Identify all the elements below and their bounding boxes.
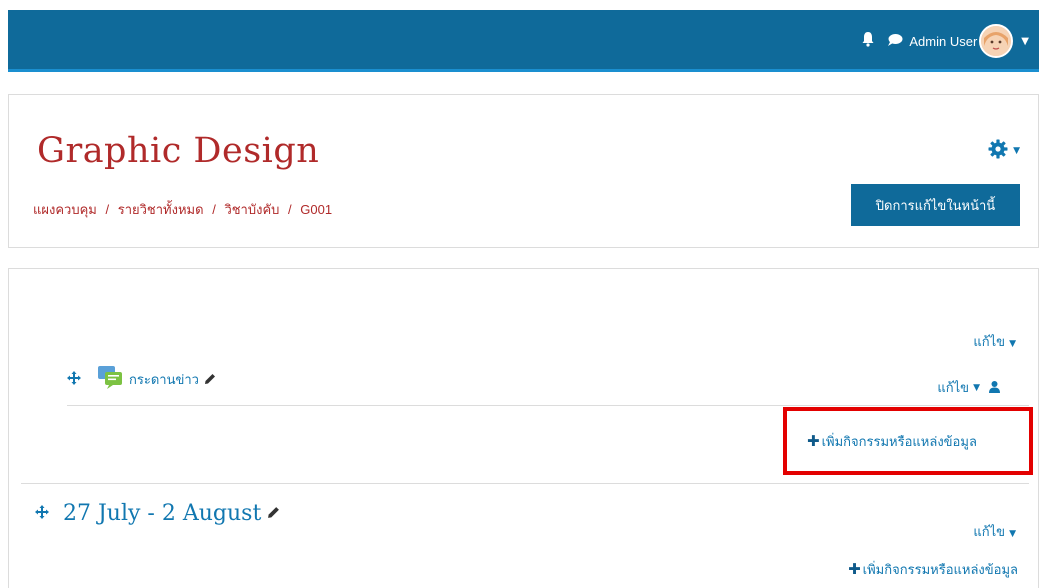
plus-icon: ✚: [848, 560, 861, 578]
chat-icon[interactable]: [887, 32, 903, 51]
divider: [67, 405, 1029, 406]
add-activity-button[interactable]: ✚ เพิ่มกิจกรรมหรือแหล่งข้อมูล: [848, 559, 1018, 580]
divider: [21, 483, 1029, 484]
course-header: Graphic Design ▼ แผงควบคุม / รายวิชาทั้ง…: [8, 94, 1039, 248]
section-header: 27 July - 2 August: [35, 501, 280, 526]
breadcrumb-separator: /: [212, 202, 216, 217]
add-activity-label[interactable]: เพิ่มกิจกรรมหรือแหล่งข้อมูล: [863, 562, 1018, 577]
top-navbar: Admin User ▼: [8, 10, 1039, 72]
breadcrumb-item[interactable]: G001: [300, 202, 332, 217]
caret-down-icon[interactable]: ▼: [1009, 339, 1016, 349]
breadcrumb-separator: /: [288, 202, 292, 217]
user-name[interactable]: Admin User: [909, 34, 977, 49]
gear-icon[interactable]: [988, 139, 1008, 163]
breadcrumb: แผงควบคุม / รายวิชาทั้งหมด / วิชาบังคับ …: [33, 199, 332, 220]
breadcrumb-item[interactable]: แผงควบคุม: [33, 202, 97, 217]
section-edit-menu[interactable]: แก้ไข ▼: [973, 331, 1016, 352]
move-icon[interactable]: [35, 504, 49, 523]
turn-editing-off-button[interactable]: ปิดการแก้ไขในหน้านี้: [851, 184, 1020, 226]
forum-icon: [97, 365, 123, 393]
forum-activity-link[interactable]: กระดานข่าว: [129, 369, 199, 390]
course-settings-menu[interactable]: ▼: [988, 139, 1020, 163]
caret-down-icon[interactable]: ▼: [1009, 529, 1016, 539]
page-title: Graphic Design: [37, 131, 320, 171]
breadcrumb-item[interactable]: วิชาบังคับ: [224, 202, 279, 217]
plus-icon: ✚: [807, 432, 820, 450]
section-title[interactable]: 27 July - 2 August: [63, 501, 261, 526]
activity-row: กระดานข่าว: [67, 365, 216, 393]
navbar-user-area: Admin User ▼: [861, 24, 1029, 58]
chevron-down-icon[interactable]: ▼: [1013, 146, 1020, 156]
edit-menu-label[interactable]: แก้ไข: [937, 377, 969, 398]
pencil-icon[interactable]: [267, 504, 280, 523]
user-menu-caret-icon[interactable]: ▼: [1021, 36, 1029, 47]
user-role-icon[interactable]: [989, 378, 1000, 397]
caret-down-icon[interactable]: ▼: [973, 383, 980, 393]
bell-icon[interactable]: [861, 31, 875, 51]
pencil-icon[interactable]: [204, 370, 216, 389]
move-icon[interactable]: [67, 370, 81, 389]
breadcrumb-item[interactable]: รายวิชาทั้งหมด: [118, 202, 204, 217]
activity-edit-menu[interactable]: แก้ไข ▼: [937, 377, 1000, 398]
edit-menu-label[interactable]: แก้ไข: [973, 334, 1005, 349]
edit-menu-label[interactable]: แก้ไข: [973, 524, 1005, 539]
course-content: แก้ไข ▼ กระดานข่าว แก้ไข ▼ ✚ เพิ่มกิจกรรมหร…: [8, 268, 1039, 588]
avatar[interactable]: [979, 24, 1014, 58]
add-activity-label[interactable]: เพิ่มกิจกรรมหรือแหล่งข้อมูล: [822, 431, 977, 452]
breadcrumb-separator: /: [105, 202, 110, 217]
section-edit-menu[interactable]: แก้ไข ▼: [973, 521, 1016, 542]
add-activity-button-highlighted[interactable]: ✚ เพิ่มกิจกรรมหรือแหล่งข้อมูล: [783, 407, 1033, 475]
